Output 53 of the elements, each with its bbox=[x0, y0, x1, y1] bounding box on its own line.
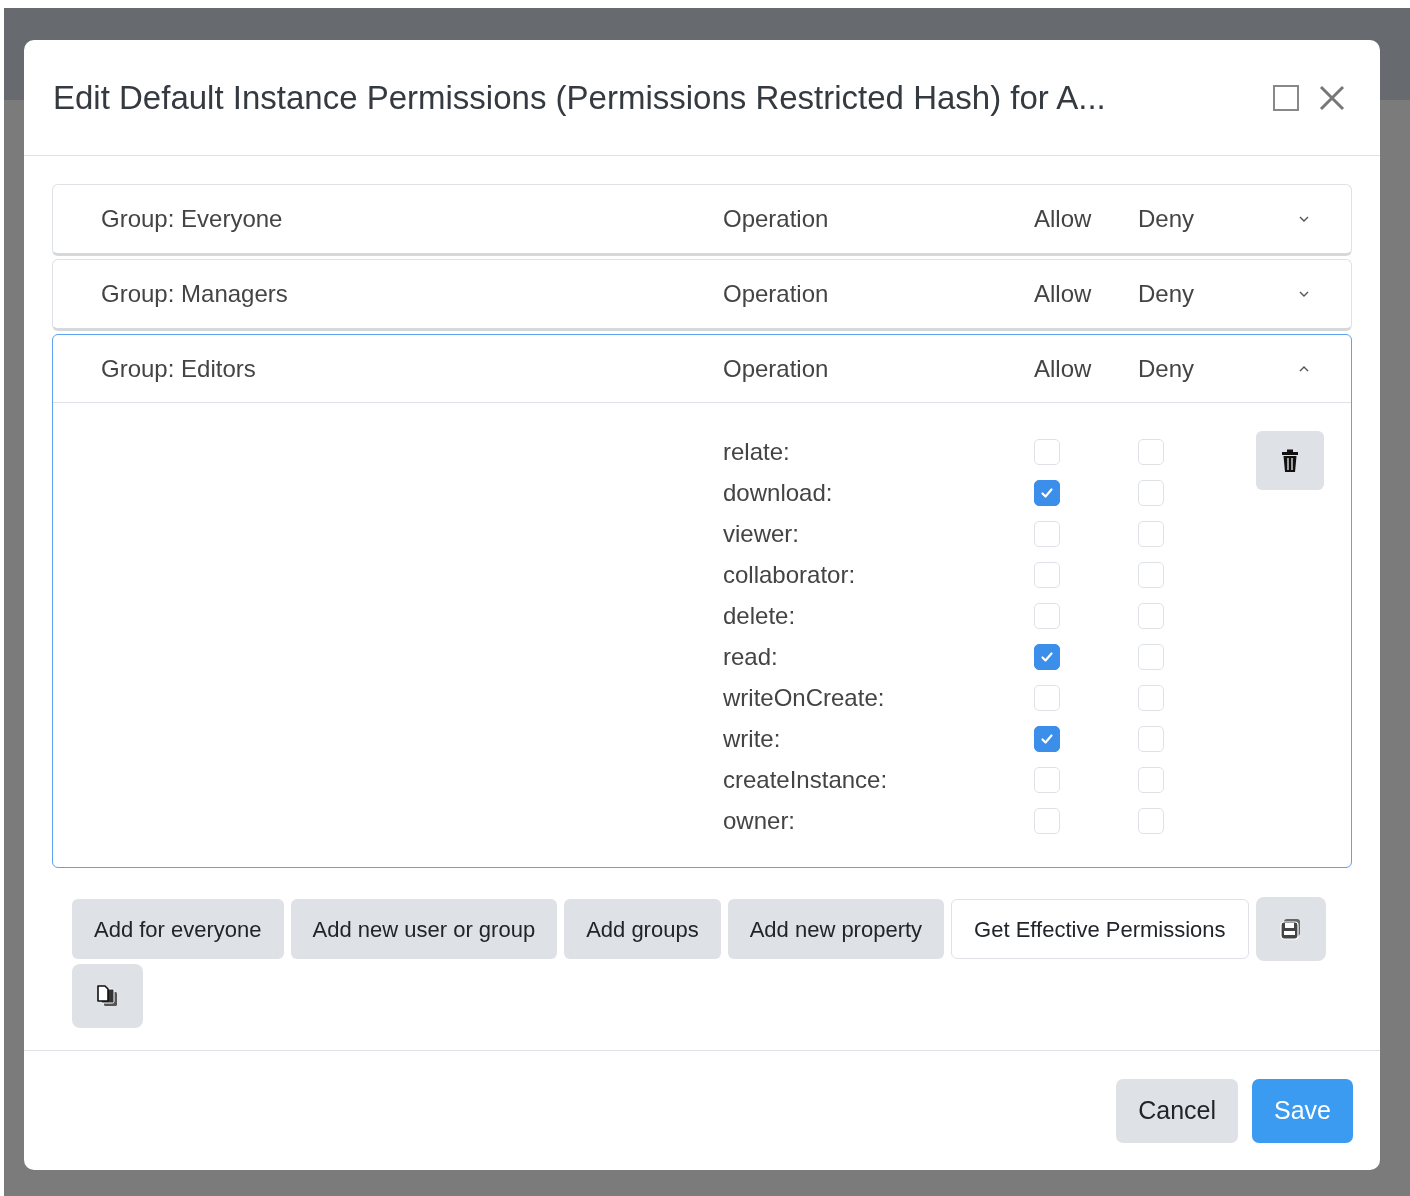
column-header: Deny bbox=[1138, 279, 1196, 309]
operation-label: write: bbox=[723, 723, 782, 754]
deny-checkbox[interactable] bbox=[1138, 561, 1164, 588]
operation-label: collaborator: bbox=[723, 559, 857, 590]
operation-label: writeOnCreate: bbox=[723, 682, 886, 713]
footer-button[interactable]: Cancel bbox=[1116, 1078, 1238, 1143]
group-name: Group: Editors bbox=[101, 353, 257, 384]
operation-label: owner: bbox=[723, 805, 797, 836]
group-header[interactable]: Group: Everyone Operation Allow Deny bbox=[53, 185, 1351, 253]
column-header: Deny bbox=[1138, 204, 1196, 234]
deny-checkbox[interactable] bbox=[1138, 766, 1164, 793]
deny-checkbox[interactable] bbox=[1138, 725, 1164, 752]
action-button[interactable]: Add new user or group bbox=[290, 899, 558, 959]
operation-label: createInstance: bbox=[723, 764, 889, 795]
column-header: Operation bbox=[723, 279, 830, 309]
copy-button[interactable] bbox=[72, 964, 143, 1028]
allow-checkbox[interactable] bbox=[1034, 643, 1060, 670]
deny-checkbox[interactable] bbox=[1138, 807, 1164, 834]
operation-label: viewer: bbox=[723, 518, 801, 549]
chevron-down-icon bbox=[1297, 289, 1311, 299]
deny-checkbox[interactable] bbox=[1138, 643, 1164, 670]
allow-checkbox[interactable] bbox=[1034, 725, 1060, 752]
action-button[interactable]: Add for everyone bbox=[72, 899, 284, 959]
deny-checkbox[interactable] bbox=[1138, 479, 1164, 506]
deny-checkbox[interactable] bbox=[1138, 520, 1164, 547]
operation-label: download: bbox=[723, 477, 834, 508]
deny-checkbox[interactable] bbox=[1138, 684, 1164, 711]
column-header: Allow bbox=[1034, 353, 1093, 384]
action-button[interactable]: Add new property bbox=[727, 899, 945, 959]
column-header: Allow bbox=[1034, 279, 1093, 309]
column-header: Allow bbox=[1034, 204, 1093, 234]
group-name: Group: Everyone bbox=[101, 204, 284, 234]
close-icon[interactable] bbox=[1318, 83, 1346, 112]
maximize-icon[interactable] bbox=[1272, 83, 1300, 112]
column-header: Deny bbox=[1138, 353, 1196, 384]
group-name: Group: Managers bbox=[101, 279, 289, 309]
dialog-title: Edit Default Instance Permissions (Permissions Restricted Hash) for A... bbox=[53, 77, 1106, 118]
group-header[interactable]: Group: Editors Operation Allow Deny bbox=[53, 335, 1351, 403]
delete-button[interactable] bbox=[1256, 431, 1324, 490]
operation-label: relate: bbox=[723, 436, 791, 467]
column-header: Operation bbox=[723, 353, 830, 384]
action-button[interactable]: Get Effective Permissions bbox=[951, 899, 1249, 959]
allow-checkbox[interactable] bbox=[1034, 479, 1060, 506]
chevron-down-icon bbox=[1297, 214, 1311, 224]
column-header: Operation bbox=[723, 204, 830, 234]
save-button[interactable] bbox=[1255, 897, 1326, 961]
deny-checkbox[interactable] bbox=[1138, 438, 1164, 465]
operation-label: delete: bbox=[723, 600, 797, 631]
trash-icon bbox=[1281, 448, 1299, 473]
operation-label: read: bbox=[723, 641, 779, 672]
action-button[interactable]: Add groups bbox=[564, 899, 721, 959]
group-header[interactable]: Group: Managers Operation Allow Deny bbox=[53, 260, 1351, 328]
deny-checkbox[interactable] bbox=[1138, 602, 1164, 629]
